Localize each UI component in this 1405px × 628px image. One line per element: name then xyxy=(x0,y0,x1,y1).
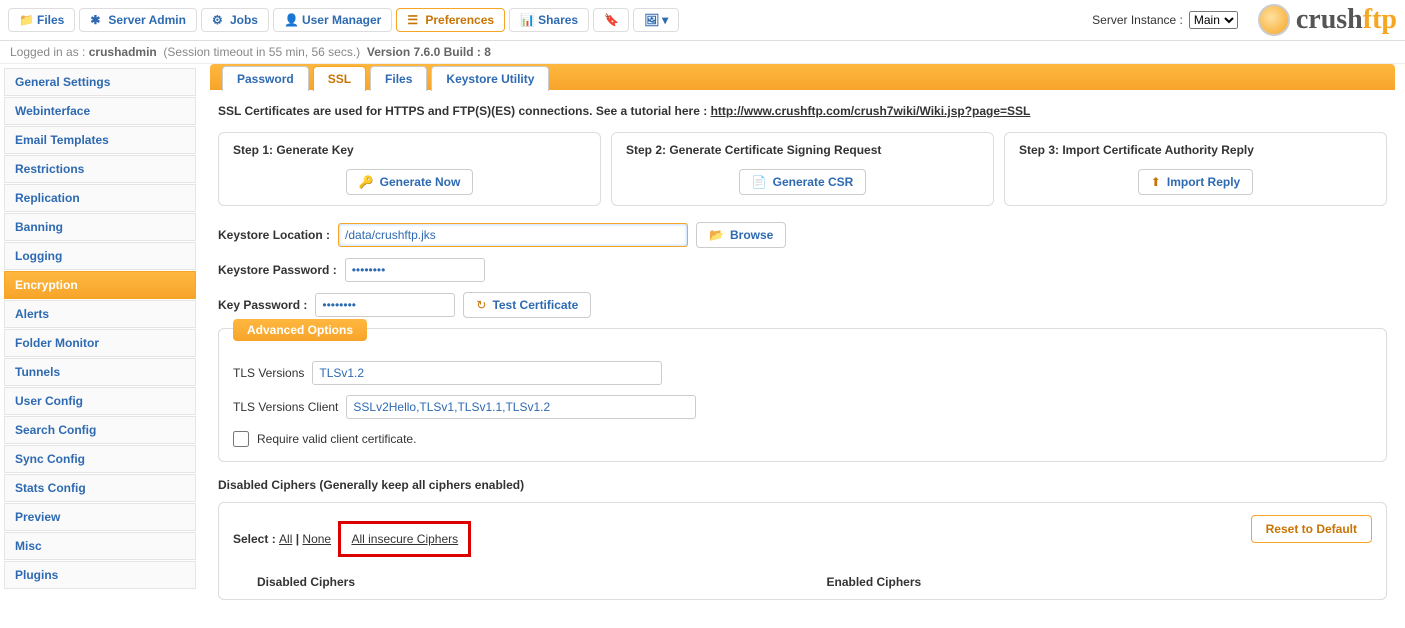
star-icon: ✱ xyxy=(90,13,104,27)
step-3: Step 3: Import Certificate Authority Rep… xyxy=(1004,132,1387,206)
reset-to-default-button[interactable]: Reset to Default xyxy=(1251,515,1372,543)
select-insecure-link[interactable]: All insecure Ciphers xyxy=(351,532,458,546)
require-client-cert-label: Require valid client certificate. xyxy=(257,432,416,446)
refresh-icon: ↻ xyxy=(476,298,486,312)
tab-files[interactable]: 📁Files xyxy=(8,8,75,32)
insecure-ciphers-highlight: All insecure Ciphers xyxy=(338,521,471,557)
main-content: Password SSL Files Keystore Utility SSL … xyxy=(200,64,1405,624)
disabled-ciphers-column: Disabled Ciphers xyxy=(233,575,803,589)
steps-row: Step 1: Generate Key 🔑Generate Now Step … xyxy=(218,132,1387,206)
advanced-options-panel: Advanced Options TLS Versions TLS Versio… xyxy=(218,328,1387,462)
gear-icon: ⚙ xyxy=(212,13,226,27)
user-icon: 👤 xyxy=(284,13,298,27)
subtab-files[interactable]: Files xyxy=(370,66,427,91)
generate-now-button[interactable]: 🔑Generate Now xyxy=(346,169,474,195)
folder-icon: 📁 xyxy=(19,13,33,27)
subtab-bar: Password SSL Files Keystore Utility xyxy=(210,64,1395,90)
sidebar-item-general-settings[interactable]: General Settings xyxy=(4,68,196,96)
test-certificate-button[interactable]: ↻Test Certificate xyxy=(463,292,591,318)
key-password-label: Key Password : xyxy=(218,298,307,312)
keystore-location-label: Keystore Location : xyxy=(218,228,330,242)
ssl-intro: SSL Certificates are used for HTTPS and … xyxy=(218,104,1387,118)
server-instance: Server Instance : Main xyxy=(1092,11,1238,29)
fist-icon xyxy=(1258,4,1290,36)
tls-versions-label: TLS Versions xyxy=(233,366,304,380)
sidebar-item-banning[interactable]: Banning xyxy=(4,213,196,241)
browse-button[interactable]: 📂Browse xyxy=(696,222,786,248)
sidebar-item-alerts[interactable]: Alerts xyxy=(4,300,196,328)
doc-icon: 📄 xyxy=(752,175,767,189)
nav-tabs: 📁Files ✱Server Admin ⚙Jobs 👤User Manager… xyxy=(8,8,1092,32)
tab-jobs[interactable]: ⚙Jobs xyxy=(201,8,269,32)
step-2: Step 2: Generate Certificate Signing Req… xyxy=(611,132,994,206)
sidebar: General Settings Webinterface Email Temp… xyxy=(0,64,200,624)
sidebar-item-stats-config[interactable]: Stats Config xyxy=(4,474,196,502)
tls-versions-client-input[interactable] xyxy=(346,395,696,419)
sliders-icon: ☰ xyxy=(407,13,421,27)
cipher-panel: Reset to Default Select : All | None All… xyxy=(218,502,1387,600)
sidebar-item-folder-monitor[interactable]: Folder Monitor xyxy=(4,329,196,357)
status-bar: Logged in as : crushadmin (Session timeo… xyxy=(0,41,1405,64)
key-password-input[interactable] xyxy=(315,293,455,317)
sidebar-item-email-templates[interactable]: Email Templates xyxy=(4,126,196,154)
sidebar-item-tunnels[interactable]: Tunnels xyxy=(4,358,196,386)
advanced-options-legend: Advanced Options xyxy=(233,319,367,341)
select-all-link[interactable]: All xyxy=(279,532,292,546)
disabled-ciphers-title: Disabled Ciphers (Generally keep all cip… xyxy=(218,478,1387,492)
subtab-password[interactable]: Password xyxy=(222,66,309,91)
subtab-ssl[interactable]: SSL xyxy=(313,66,366,91)
subtab-keystore-utility[interactable]: Keystore Utility xyxy=(431,66,549,91)
tab-extra-1[interactable]: 🔖 xyxy=(593,8,629,32)
tab-user-manager[interactable]: 👤User Manager xyxy=(273,8,392,32)
tls-versions-client-label: TLS Versions Client xyxy=(233,400,338,414)
sidebar-item-webinterface[interactable]: Webinterface xyxy=(4,97,196,125)
tab-preferences[interactable]: ☰Preferences xyxy=(396,8,505,32)
server-instance-label: Server Instance : xyxy=(1092,13,1183,27)
sidebar-item-plugins[interactable]: Plugins xyxy=(4,561,196,589)
sidebar-item-restrictions[interactable]: Restrictions xyxy=(4,155,196,183)
sidebar-item-misc[interactable]: Misc xyxy=(4,532,196,560)
import-reply-button[interactable]: ⬆Import Reply xyxy=(1138,169,1253,195)
tab-shares[interactable]: 📊Shares xyxy=(509,8,589,32)
cipher-select-line: Select : All | None All insecure Ciphers xyxy=(233,532,471,546)
sidebar-item-search-config[interactable]: Search Config xyxy=(4,416,196,444)
require-client-cert-checkbox[interactable] xyxy=(233,431,249,447)
keystore-password-label: Keystore Password : xyxy=(218,263,337,277)
sidebar-item-preview[interactable]: Preview xyxy=(4,503,196,531)
ssl-tutorial-link[interactable]: http://www.crushftp.com/crush7wiki/Wiki.… xyxy=(711,104,1031,118)
sidebar-item-encryption[interactable]: Encryption xyxy=(4,271,196,299)
keystore-password-input[interactable] xyxy=(345,258,485,282)
step-1: Step 1: Generate Key 🔑Generate Now xyxy=(218,132,601,206)
folder-open-icon: 📂 xyxy=(709,228,724,242)
sidebar-item-sync-config[interactable]: Sync Config xyxy=(4,445,196,473)
server-instance-select[interactable]: Main xyxy=(1189,11,1238,29)
chart-icon: 📊 xyxy=(520,13,534,27)
sidebar-item-replication[interactable]: Replication xyxy=(4,184,196,212)
sidebar-item-logging[interactable]: Logging xyxy=(4,242,196,270)
tls-versions-input[interactable] xyxy=(312,361,662,385)
tab-server-admin[interactable]: ✱Server Admin xyxy=(79,8,197,32)
tab-extra-2[interactable]: 🖼▾ xyxy=(633,8,679,32)
logo: crushftp xyxy=(1258,4,1397,36)
sidebar-item-user-config[interactable]: User Config xyxy=(4,387,196,415)
tag-icon: 🔖 xyxy=(604,13,618,27)
select-none-link[interactable]: None xyxy=(302,532,331,546)
keystore-location-input[interactable] xyxy=(338,223,688,247)
image-icon: 🖼 xyxy=(644,13,658,27)
top-bar: 📁Files ✱Server Admin ⚙Jobs 👤User Manager… xyxy=(0,0,1405,41)
import-icon: ⬆ xyxy=(1151,175,1161,189)
generate-csr-button[interactable]: 📄Generate CSR xyxy=(739,169,867,195)
enabled-ciphers-column: Enabled Ciphers xyxy=(803,575,1373,589)
key-icon: 🔑 xyxy=(359,175,374,189)
